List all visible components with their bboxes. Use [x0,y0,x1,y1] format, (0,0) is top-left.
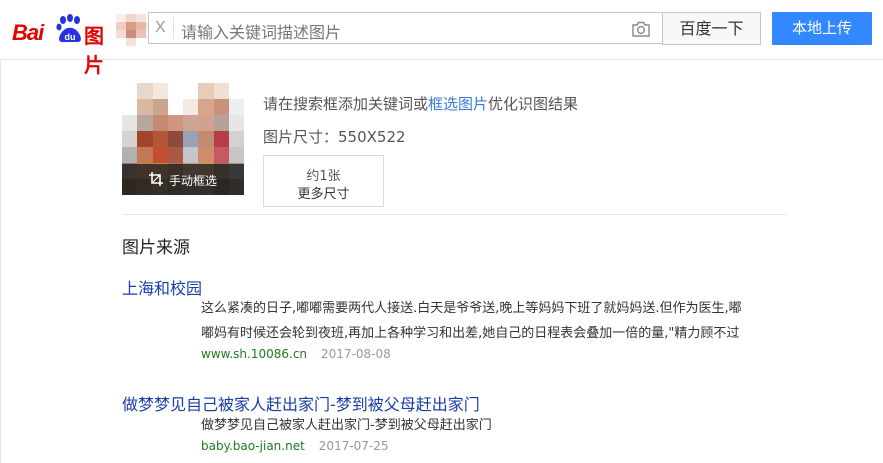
logo-text-bai: Bai [12,20,44,45]
more-sizes-link[interactable]: 更多尺寸 [264,183,383,202]
result-date: 2017-07-25 [318,439,389,453]
snippet-line: 做梦梦见自己被家人赶出家门-梦到被父母赶出家门 [201,418,492,433]
result-title[interactable]: 做梦梦见自己被家人赶出家门-梦到被父母赶出家门 [122,391,480,415]
search-input[interactable]: 请输入关键词描述图片 [181,19,341,43]
size-value: 550X522 [338,128,406,146]
more-sizes-box[interactable]: 约1张 更多尺寸 [263,155,384,207]
search-button[interactable]: 百度一下 [662,12,761,45]
size-count: 约1张 [306,169,341,184]
baidu-image-logo[interactable]: Bai du 图片 [12,14,112,77]
result-title[interactable]: 上海和校园 [122,275,202,299]
hint-text: 请在搜索框添加关键词或框选图片优化识图结果 [263,93,578,114]
header: Bai du 图片 X 请输入关键词描述图片 百度一下 本地上传 [0,0,883,77]
result-url[interactable]: baby.bao-jian.net [201,439,305,453]
clear-image-button[interactable]: X [155,19,166,37]
search-box[interactable]: X 请输入关键词描述图片 [148,12,662,44]
search-divider [173,17,174,39]
image-size: 图片尺寸：550X522 [263,126,406,147]
result-date: 2017-08-08 [321,347,391,361]
select-image-link[interactable]: 框选图片 [428,95,488,113]
crop-label: 手动框选 [169,174,218,188]
result-url[interactable]: www.sh.10086.cn [201,347,307,361]
logo-text-du: du [65,32,76,42]
size-label: 图片尺寸： [263,128,339,146]
section-divider [122,214,787,215]
result-snippet: 这么紧凑的日子,嘟嘟需要两代人接送.白天是爷爷送,晚上等妈妈下班了就妈妈送.但作… [201,296,786,346]
local-upload-button[interactable]: 本地上传 [772,12,872,45]
logo-text-tu: 图片 [84,24,104,77]
snippet-line: 这么紧凑的日子,嘟嘟需要两代人接送.白天是爷爷送,晚上等妈妈下班了就妈妈送.但作… [201,301,742,316]
result-meta: baby.bao-jian.net 2017-07-25 [201,439,389,453]
result-meta: www.sh.10086.cn 2017-08-08 [201,347,391,361]
hint-after: 优化识图结果 [488,95,579,113]
crop-icon [149,172,163,186]
snippet-line: 嘟妈有时候还会轮到夜班,再加上各种学习和出差,她自己的日程表会叠加一倍的量,"精… [201,326,740,341]
manual-crop-button[interactable]: 手动框选 [122,164,244,195]
result-snippet: 做梦梦见自己被家人赶出家门-梦到被父母赶出家门 [201,413,786,438]
hint-before: 请在搜索框添加关键词或 [263,95,429,113]
page-edge [0,59,1,463]
sources-title: 图片来源 [122,238,190,258]
paw-icon: du [56,14,81,42]
camera-icon[interactable] [631,19,651,39]
